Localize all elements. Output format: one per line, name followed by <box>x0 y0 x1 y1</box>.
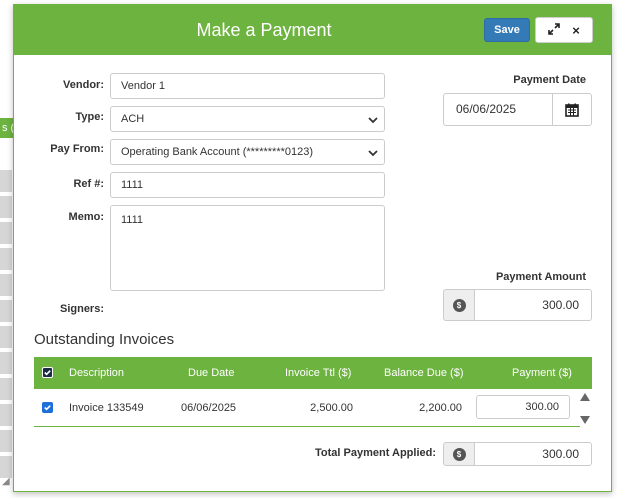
vendor-field[interactable]: Vendor 1 <box>110 73 385 99</box>
payment-amount-field[interactable]: 300.00 <box>474 289 592 321</box>
expand-icon[interactable] <box>548 22 560 38</box>
ref-field[interactable]: 1111 <box>110 172 385 198</box>
row-due-date: 06/06/2025 <box>181 402 237 414</box>
invoices-table-header: Description Due Date Invoice Ttl ($) Bal… <box>34 357 592 389</box>
col-invoice-total[interactable]: Invoice Ttl ($) <box>285 357 351 389</box>
vendor-label: Vendor: <box>63 79 104 91</box>
chevron-down-icon <box>368 140 378 164</box>
window-controls: × <box>535 17 593 43</box>
background-row <box>0 456 12 478</box>
background-tab: s ( <box>0 118 14 138</box>
background-row <box>0 248 12 270</box>
background-row <box>0 274 12 296</box>
payment-amount-label: Payment Amount <box>495 271 586 283</box>
memo-label: Memo: <box>68 211 104 223</box>
background-row <box>0 196 12 218</box>
payment-modal: Make a Payment Save × Vendor: Vendor 1 T… <box>13 4 612 492</box>
dollar-icon: $ <box>443 442 475 466</box>
row-payment-input[interactable]: 300.00 <box>476 395 570 419</box>
background-row <box>0 300 12 322</box>
background-row <box>0 222 12 244</box>
type-select[interactable]: ACH <box>110 106 385 132</box>
type-label: Type: <box>75 111 104 123</box>
col-balance-due[interactable]: Balance Due ($) <box>384 357 464 389</box>
table-row: Invoice 133549 06/06/2025 2,500.00 2,200… <box>34 389 580 427</box>
resize-handle-icon[interactable]: ◢ <box>2 476 10 487</box>
chevron-down-icon <box>368 107 378 131</box>
total-payment-label: Total Payment Applied: <box>314 447 436 459</box>
payment-date-label: Payment Date <box>513 74 586 86</box>
col-description[interactable]: Description <box>69 357 124 389</box>
background-row <box>0 404 12 426</box>
pay-from-value: Operating Bank Account (*********0123) <box>121 146 314 158</box>
row-invoice-total: 2,500.00 <box>310 402 353 414</box>
modal-header: Make a Payment Save × <box>14 5 611 55</box>
pay-from-label: Pay From: <box>50 143 104 155</box>
background-row <box>0 170 12 192</box>
background-row <box>0 352 12 374</box>
background-row <box>0 326 12 348</box>
modal-title: Make a Payment <box>196 20 332 40</box>
save-button[interactable]: Save <box>484 18 530 42</box>
memo-field[interactable]: 1111 <box>110 205 385 291</box>
ref-label: Ref #: <box>73 178 104 190</box>
close-icon[interactable]: × <box>572 23 580 38</box>
col-payment[interactable]: Payment ($) <box>512 357 572 389</box>
type-value: ACH <box>121 113 145 125</box>
pay-from-select[interactable]: Operating Bank Account (*********0123) <box>110 139 385 165</box>
row-balance-due: 2,200.00 <box>419 402 462 414</box>
payment-date-field[interactable]: 06/06/2025 <box>443 93 553 126</box>
background-row <box>0 378 12 400</box>
signers-label: Signers: <box>59 303 104 315</box>
row-description: Invoice 133549 <box>69 402 144 414</box>
row-checkbox[interactable] <box>42 402 53 413</box>
total-payment-field: 300.00 <box>474 442 592 466</box>
col-due-date[interactable]: Due Date <box>188 357 234 389</box>
select-all-checkbox[interactable] <box>42 367 53 378</box>
scroll-down-icon[interactable] <box>580 416 590 424</box>
calendar-icon[interactable] <box>552 93 592 126</box>
dollar-icon: $ <box>443 289 475 321</box>
scroll-up-icon[interactable] <box>580 393 590 401</box>
background-row <box>0 430 12 452</box>
outstanding-invoices-title: Outstanding Invoices <box>34 331 175 348</box>
